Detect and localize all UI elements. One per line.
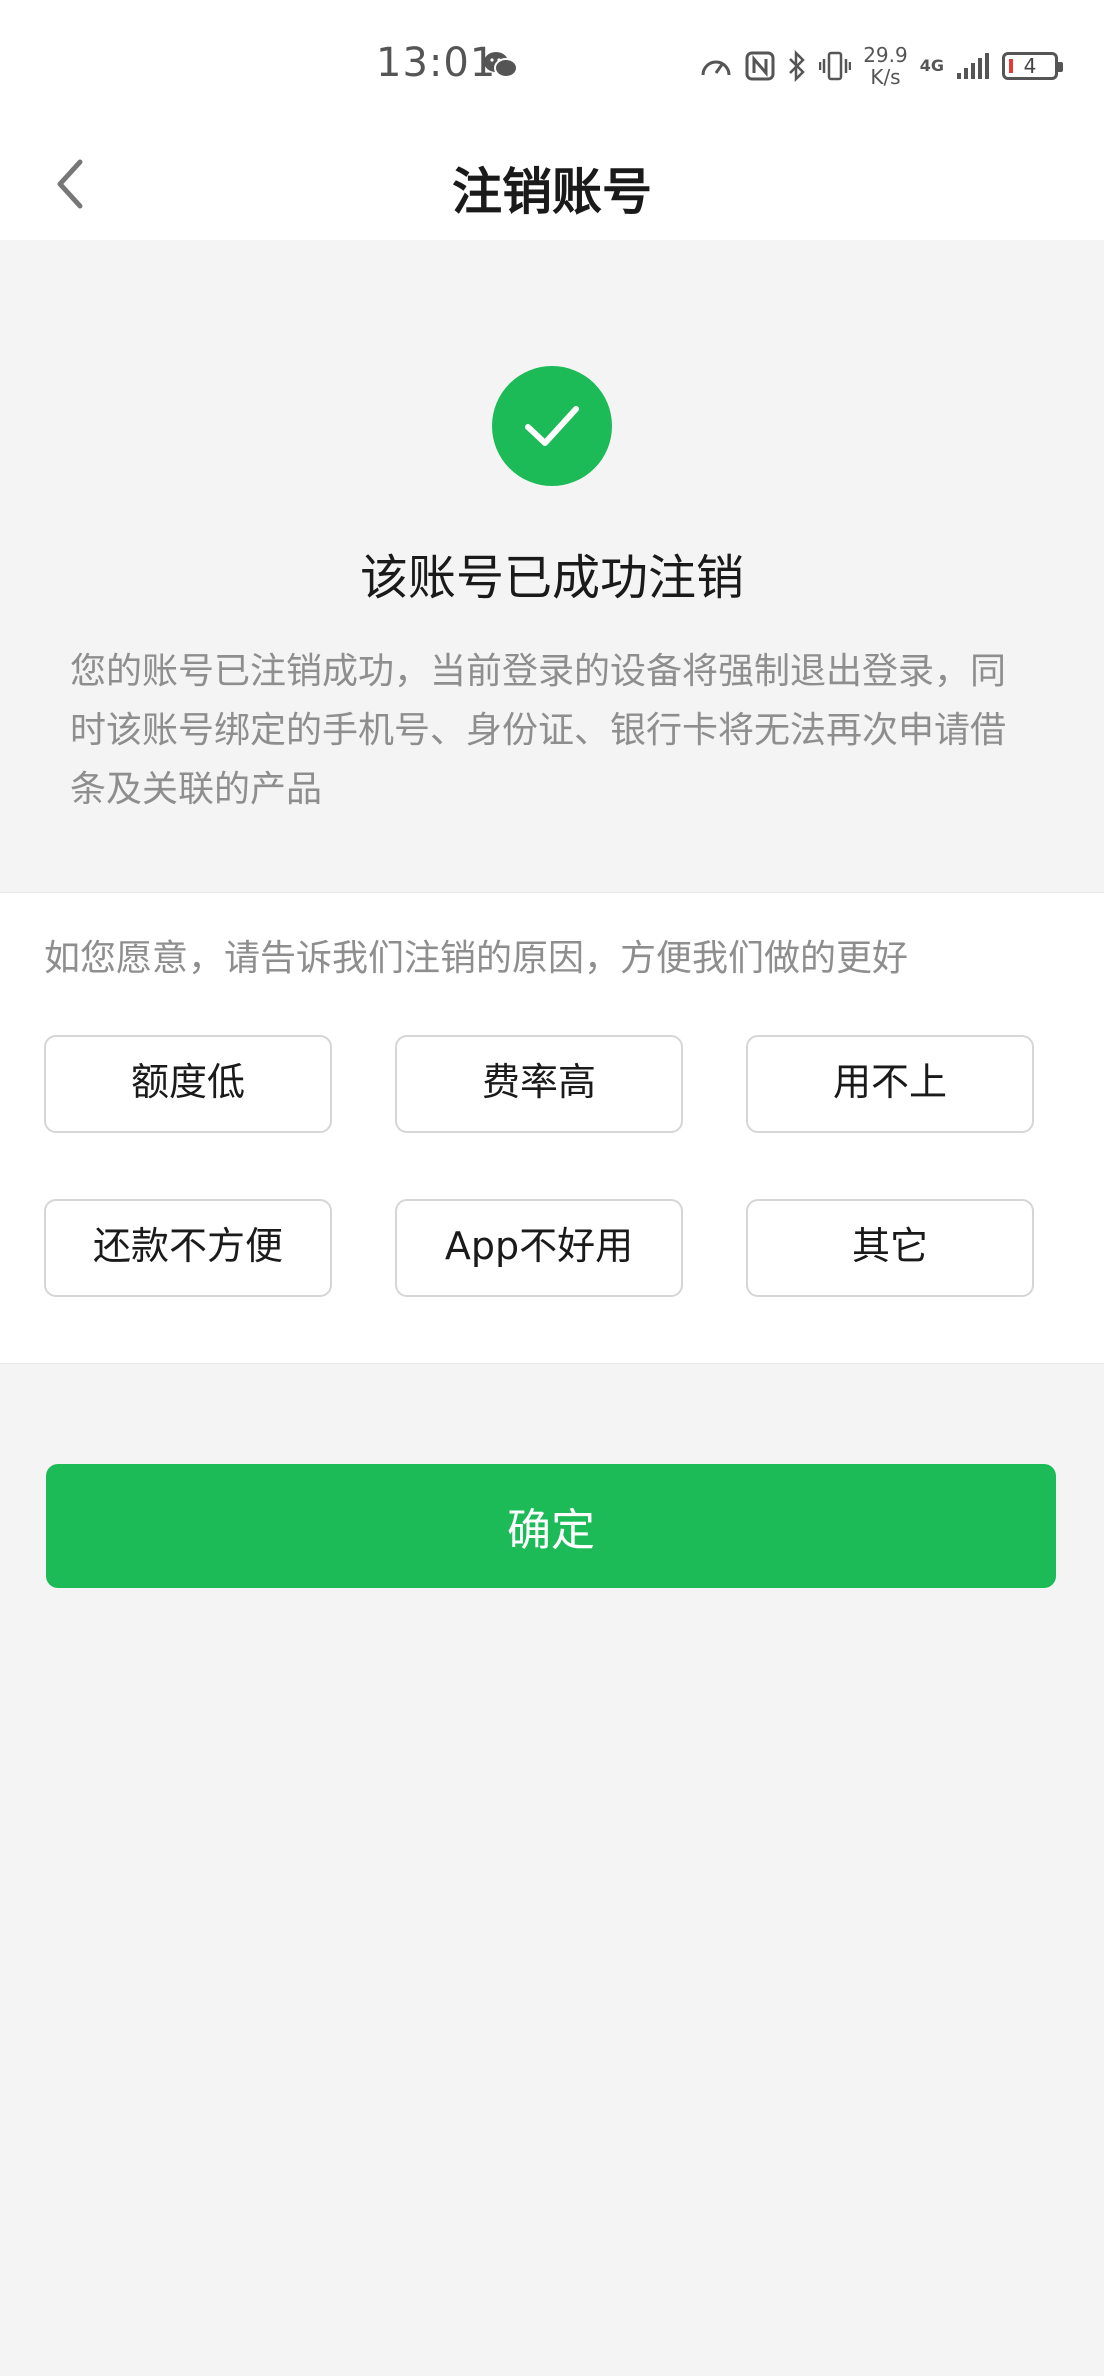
bluetooth-icon	[787, 50, 807, 82]
signal-type: 4G	[919, 56, 944, 75]
reason-option-app-bad[interactable]: App不好用	[395, 1199, 683, 1297]
net-speed: 29.9 K/s	[863, 44, 908, 88]
battery-level: 4	[1023, 54, 1037, 78]
reason-options: 额度低 费率高 用不上 还款不方便 App不好用 其它	[44, 1035, 1034, 1297]
confirm-button[interactable]: 确定	[46, 1464, 1056, 1588]
success-description: 您的账号已注销成功，当前登录的设备将强制退出登录，同时该账号绑定的手机号、身份证…	[70, 651, 1007, 810]
status-time: 13:01	[376, 40, 497, 86]
nfc-icon	[745, 51, 775, 81]
check-icon	[525, 406, 579, 446]
net-speed-value: 29.9	[863, 43, 908, 67]
reason-option-high-rate[interactable]: 费率高	[395, 1035, 683, 1133]
battery-icon: 4	[1002, 52, 1063, 80]
wechat-icon	[482, 50, 518, 80]
reason-option-repayment-inconvenient[interactable]: 还款不方便	[44, 1199, 332, 1297]
nav-bar: 注销账号	[0, 130, 1104, 240]
reason-option-not-needed[interactable]: 用不上	[746, 1035, 1034, 1133]
speedometer-icon	[699, 51, 733, 81]
success-section: 该账号已成功注销 您的账号已注销成功，当前登录的设备将强制退出登录，同时该账号绑…	[0, 240, 1104, 892]
page-title: 注销账号	[452, 163, 652, 221]
success-badge	[492, 366, 612, 486]
success-title: 该账号已成功注销	[359, 550, 744, 606]
reason-option-other[interactable]: 其它	[746, 1199, 1034, 1297]
reason-prompt: 如您愿意，请告诉我们注销的原因，方便我们做的更好	[44, 938, 909, 979]
reason-section: 如您愿意，请告诉我们注销的原因，方便我们做的更好 额度低 费率高 用不上 还款不…	[0, 892, 1104, 1364]
status-bar: 13:01 29.9 K/s 4G 4	[0, 0, 1104, 130]
status-icons: 29.9 K/s 4G 4	[699, 44, 1063, 88]
battery-level-bar	[1009, 59, 1013, 73]
net-speed-unit: K/s	[870, 65, 901, 89]
reason-option-low-limit[interactable]: 额度低	[44, 1035, 332, 1133]
vibrate-icon	[819, 51, 852, 81]
signal-icon	[956, 51, 990, 81]
